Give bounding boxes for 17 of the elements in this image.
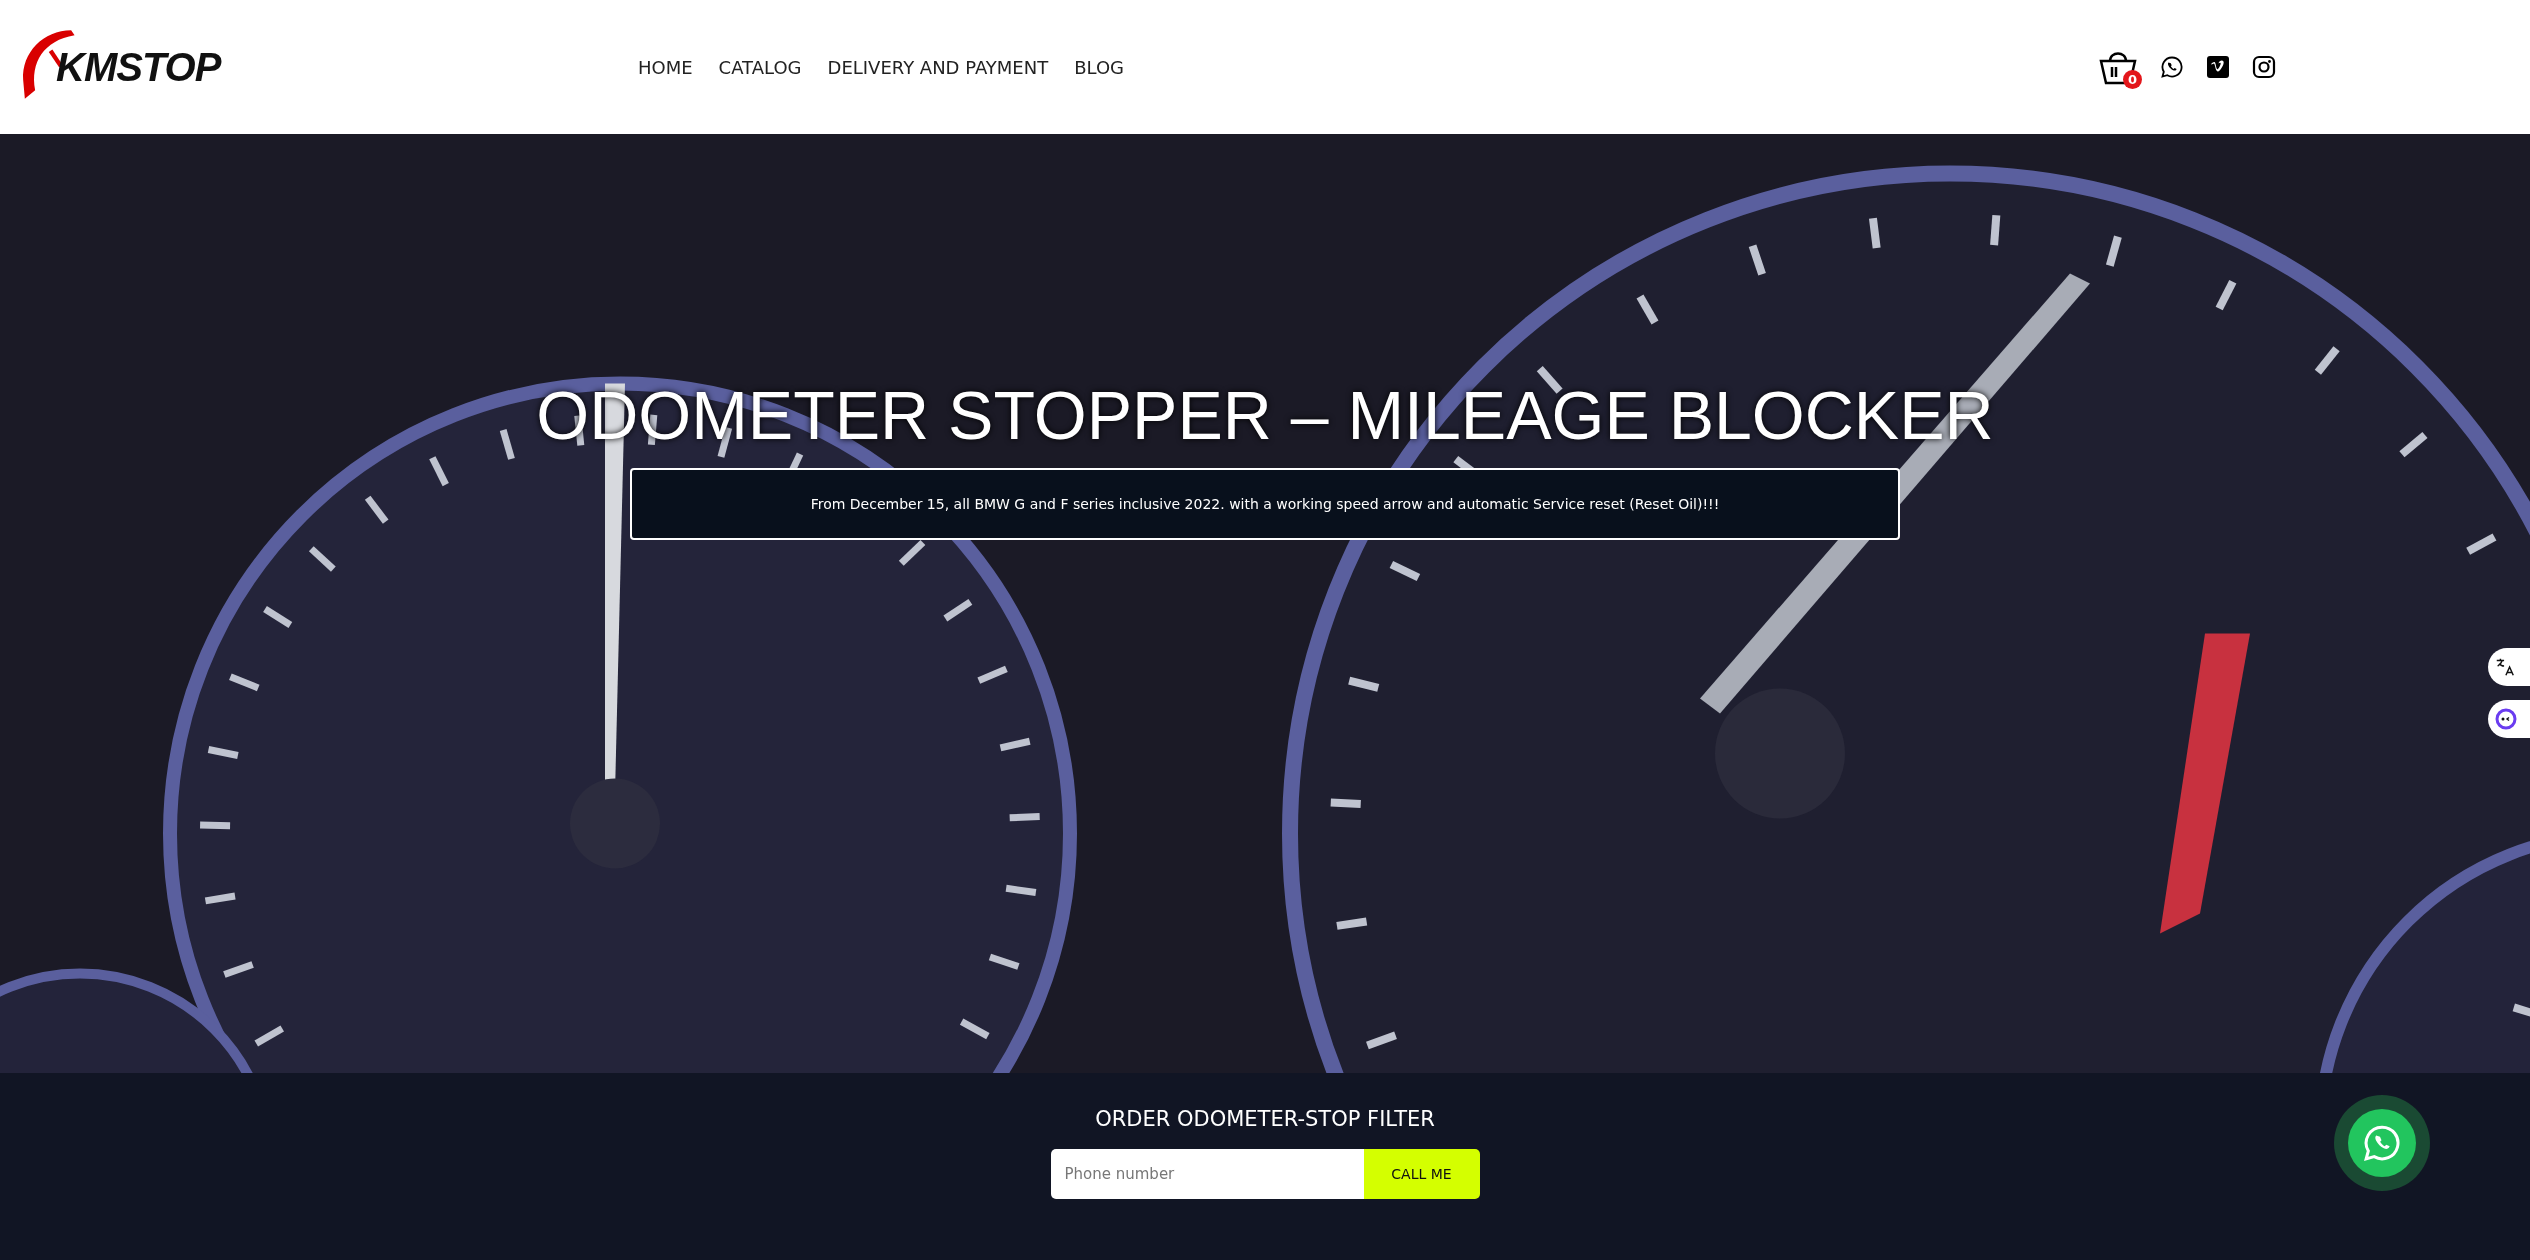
instagram-icon[interactable] <box>2252 55 2276 79</box>
subtitle-text: From December 15, all BMW G and F series inclusive 2022. with a working speed arrow and automatic Service reset (Reset Oil)!!! <box>810 496 1720 512</box>
whatsapp-icon[interactable] <box>2160 55 2184 79</box>
call-me-button[interactable]: CALL ME <box>1363 1149 1480 1199</box>
nav-link[interactable]: HOME <box>638 56 693 78</box>
order-title: ORDER ODOMETER-STOP FILTER <box>1095 1107 1435 1131</box>
logo-text: KMSTOP <box>56 44 221 90</box>
vimeo-icon[interactable] <box>2206 55 2230 79</box>
cart-count-badge: 0 <box>2123 70 2142 89</box>
nav-link[interactable]: BLOG <box>1074 56 1125 78</box>
assistant-face-icon[interactable] <box>2488 700 2530 738</box>
translate-icon[interactable] <box>2488 648 2530 686</box>
logo[interactable]: KMSTOP <box>18 27 638 107</box>
phone-input-field[interactable]: Phone number <box>1050 1149 1364 1199</box>
nav-link[interactable]: DELIVERY AND PAYMENT <box>827 56 1049 78</box>
nav-link[interactable]: CATALOG <box>718 56 802 78</box>
whatsapp-icon <box>2362 1123 2402 1163</box>
